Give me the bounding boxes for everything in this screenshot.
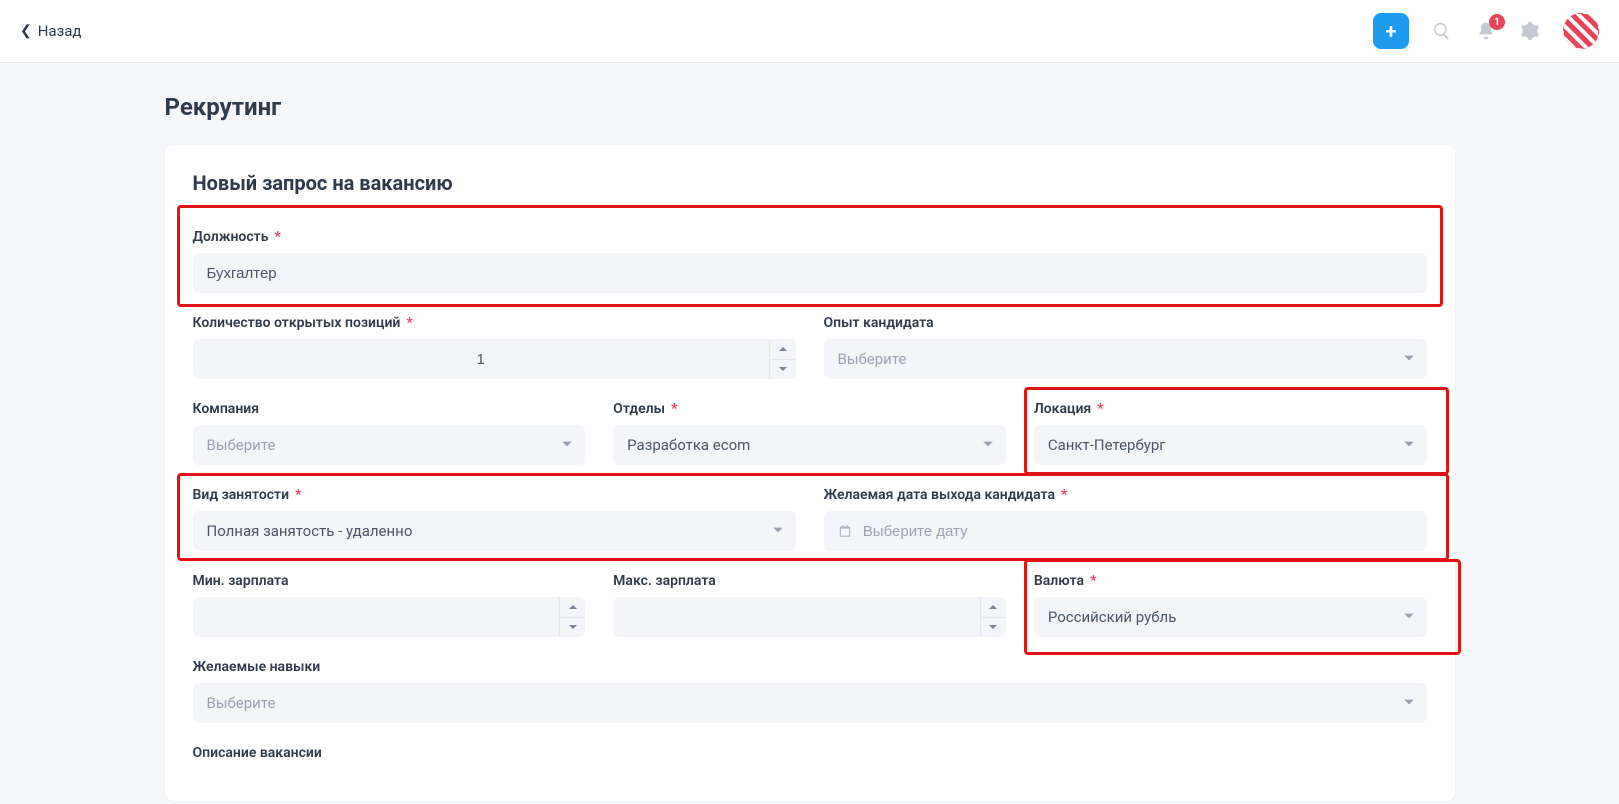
- step-down[interactable]: [981, 618, 1006, 638]
- chevron-down-icon: [1403, 436, 1415, 454]
- chevron-down-icon: [568, 622, 578, 632]
- field-company: Компания Выберите: [193, 401, 586, 465]
- label-skills: Желаемые навыки: [193, 659, 1427, 675]
- gear-icon: [1520, 21, 1540, 41]
- input-start-date[interactable]: [863, 523, 1413, 540]
- field-departments: Отделы* Разработка ecom: [613, 401, 1006, 465]
- required-mark: *: [295, 487, 301, 503]
- select-experience[interactable]: Выберите: [824, 339, 1427, 379]
- chevron-up-icon: [568, 602, 578, 612]
- search-icon: [1432, 21, 1452, 41]
- chevron-down-icon: [982, 436, 994, 454]
- row-count-exp: Количество открытых позиций* Опыт кандид…: [193, 315, 1427, 379]
- search-button[interactable]: [1431, 20, 1453, 42]
- page: Рекрутинг Новый запрос на вакансию Должн…: [165, 63, 1455, 801]
- label-company: Компания: [193, 401, 586, 417]
- label-start-date: Желаемая дата выхода кандидата*: [824, 487, 1427, 503]
- chevron-up-icon: [778, 344, 788, 354]
- chevron-left-icon: ❮: [20, 23, 32, 39]
- settings-button[interactable]: [1519, 20, 1541, 42]
- label-location: Локация*: [1034, 401, 1427, 417]
- select-company[interactable]: Выберите: [193, 425, 586, 465]
- label-employment: Вид занятости*: [193, 487, 796, 503]
- row-employment-date: Вид занятости* Полная занятость - удален…: [193, 487, 1427, 551]
- add-button[interactable]: +: [1373, 13, 1409, 49]
- back-button[interactable]: ❮ Назад: [20, 22, 81, 40]
- input-position[interactable]: [207, 265, 1413, 282]
- field-max-salary: Макс. зарплата: [613, 573, 1006, 637]
- input-min-salary[interactable]: [207, 609, 546, 626]
- row-description: Описание вакансии: [193, 745, 1427, 761]
- chevron-down-icon: [772, 522, 784, 540]
- stepper-max-salary: [613, 597, 1006, 637]
- select-departments[interactable]: Разработка ecom: [613, 425, 1006, 465]
- field-skills: Желаемые навыки Выберите: [193, 659, 1427, 723]
- vacancy-card: Новый запрос на вакансию Должность*: [165, 145, 1455, 801]
- notifications-badge: 1: [1489, 14, 1505, 30]
- field-start-date: Желаемая дата выхода кандидата*: [824, 487, 1427, 551]
- chevron-down-icon: [988, 622, 998, 632]
- required-mark: *: [1061, 487, 1067, 503]
- required-mark: *: [274, 229, 280, 245]
- row-company-dept-loc: Компания Выберите Отделы* Разработка eco…: [193, 401, 1427, 465]
- avatar[interactable]: [1563, 13, 1599, 49]
- calendar-icon: [838, 523, 853, 539]
- required-mark: *: [1090, 573, 1096, 589]
- label-departments: Отделы*: [613, 401, 1006, 417]
- stepper-min-salary: [193, 597, 586, 637]
- notifications-button[interactable]: 1: [1475, 20, 1497, 42]
- step-up[interactable]: [770, 339, 796, 360]
- stepper-open-count: [193, 339, 796, 379]
- label-experience: Опыт кандидата: [824, 315, 1427, 331]
- required-mark: *: [671, 401, 677, 417]
- label-currency: Валюта*: [1034, 573, 1427, 589]
- step-down[interactable]: [770, 360, 796, 380]
- required-mark: *: [406, 315, 412, 331]
- select-employment[interactable]: Полная занятость - удаленно: [193, 511, 796, 551]
- select-currency[interactable]: Российский рубль: [1034, 597, 1427, 637]
- top-bar: ❮ Назад + 1: [0, 0, 1619, 63]
- card-title: Новый запрос на вакансию: [193, 171, 1427, 195]
- plus-icon: +: [1386, 19, 1397, 43]
- page-title: Рекрутинг: [165, 93, 1455, 121]
- row-position: Должность*: [193, 229, 1427, 293]
- chevron-down-icon: [561, 436, 573, 454]
- field-min-salary: Мин. зарплата: [193, 573, 586, 637]
- chevron-down-icon: [778, 364, 788, 374]
- label-open-count: Количество открытых позиций*: [193, 315, 796, 331]
- select-skills[interactable]: Выберите: [193, 683, 1427, 723]
- field-description: Описание вакансии: [193, 745, 1427, 761]
- label-max-salary: Макс. зарплата: [613, 573, 1006, 589]
- chevron-down-icon: [1403, 694, 1415, 712]
- input-max-salary[interactable]: [627, 609, 966, 626]
- top-bar-actions: + 1: [1373, 13, 1599, 49]
- field-currency: Валюта* Российский рубль: [1034, 573, 1427, 637]
- field-open-count: Количество открытых позиций*: [193, 315, 796, 379]
- input-open-count[interactable]: [207, 351, 755, 368]
- input-start-date-wrap[interactable]: [824, 511, 1427, 551]
- label-description: Описание вакансии: [193, 745, 1427, 761]
- input-position-wrap: [193, 253, 1427, 293]
- chevron-down-icon: [1403, 608, 1415, 626]
- step-up[interactable]: [981, 597, 1006, 618]
- label-min-salary: Мин. зарплата: [193, 573, 586, 589]
- label-position: Должность*: [193, 229, 1427, 245]
- field-experience: Опыт кандидата Выберите: [824, 315, 1427, 379]
- chevron-up-icon: [988, 602, 998, 612]
- select-location[interactable]: Санкт-Петербург: [1034, 425, 1427, 465]
- field-location: Локация* Санкт-Петербург: [1034, 401, 1427, 465]
- row-skills: Желаемые навыки Выберите: [193, 659, 1427, 723]
- row-salary: Мин. зарплата Макс. зарплата: [193, 573, 1427, 637]
- field-position: Должность*: [193, 229, 1427, 293]
- form: Должность* Количество открытых позиций*: [193, 229, 1427, 761]
- step-down[interactable]: [560, 618, 585, 638]
- step-up[interactable]: [560, 597, 585, 618]
- back-label: Назад: [38, 22, 82, 40]
- required-mark: *: [1097, 401, 1103, 417]
- chevron-down-icon: [1403, 350, 1415, 368]
- field-employment: Вид занятости* Полная занятость - удален…: [193, 487, 796, 551]
